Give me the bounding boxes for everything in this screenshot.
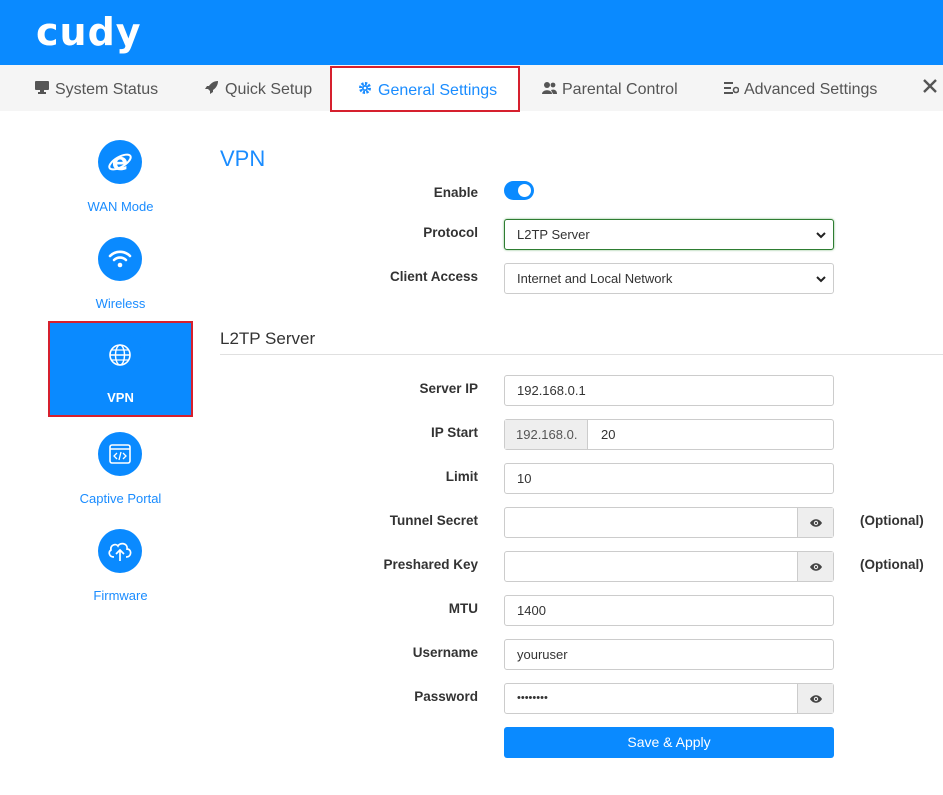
tunnel-secret-group: [504, 507, 834, 538]
internet-explorer-icon: e: [98, 140, 142, 184]
enable-toggle[interactable]: [504, 181, 534, 200]
wifi-icon: [98, 237, 142, 281]
save-apply-button[interactable]: Save & Apply: [504, 727, 834, 758]
show-preshared-key-button[interactable]: [797, 552, 833, 581]
show-tunnel-secret-button[interactable]: [797, 508, 833, 537]
header-bar: cudy: [0, 0, 943, 65]
password-group: ••••••••: [504, 683, 834, 714]
mtu-label: MTU: [448, 601, 478, 616]
client-access-label: Client Access: [389, 269, 478, 284]
client-access-select[interactable]: Internet and Local Network: [504, 263, 834, 294]
eye-icon: [809, 694, 822, 703]
sidebar-item-firmware[interactable]: Firmware: [48, 529, 193, 625]
preshared-key-input[interactable]: [517, 552, 787, 581]
tab-quick-setup[interactable]: Quick Setup: [204, 65, 312, 111]
sidebar-item-label: WAN Mode: [87, 199, 154, 214]
sidebar-item-captive-portal[interactable]: Captive Portal: [48, 432, 193, 528]
tab-tools[interactable]: [922, 65, 943, 111]
top-nav: System Status Quick Setup General Settin…: [0, 65, 943, 112]
tab-general-settings[interactable]: General Settings: [330, 66, 520, 112]
tab-label: General Settings: [378, 82, 498, 99]
tab-system-status[interactable]: System Status: [34, 65, 158, 111]
server-ip-label: Server IP: [419, 381, 478, 396]
cudy-logo[interactable]: cudy: [36, 10, 142, 54]
tunnel-secret-input[interactable]: [517, 508, 787, 537]
chevron-down-icon: [816, 232, 826, 239]
browser-code-icon: [98, 432, 142, 476]
protocol-select[interactable]: L2TP Server: [504, 219, 834, 250]
protocol-value: L2TP Server: [517, 227, 590, 242]
tab-advanced-settings[interactable]: Advanced Settings: [723, 65, 877, 111]
sidebar-item-label: Captive Portal: [79, 491, 162, 506]
ip-start-group: 192.168.0. 20: [504, 419, 834, 450]
password-label: Password: [414, 689, 478, 704]
sidebar-item-vpn[interactable]: VPN: [48, 321, 193, 417]
sidebar-item-label: Wireless: [95, 296, 146, 311]
cloud-upload-icon: [98, 529, 142, 573]
show-password-button[interactable]: [797, 684, 833, 713]
tab-parental-control[interactable]: Parental Control: [541, 65, 678, 111]
ip-start-label: IP Start: [430, 425, 478, 440]
protocol-label: Protocol: [423, 225, 478, 240]
password-input[interactable]: ••••••••: [517, 684, 787, 713]
rocket-icon: [204, 65, 220, 113]
chevron-down-icon: [816, 276, 826, 283]
mtu-input[interactable]: 1400: [504, 595, 834, 626]
svg-text:e: e: [112, 149, 128, 175]
username-input[interactable]: youruser: [504, 639, 834, 670]
server-ip-input[interactable]: 192.168.0.1: [504, 375, 834, 406]
sidebar-item-label: Firmware: [93, 588, 148, 603]
sidebar-item-wireless[interactable]: Wireless: [48, 237, 193, 333]
username-label: Username: [412, 645, 478, 660]
globe-icon: [98, 333, 142, 377]
sidebar-item-wan-mode[interactable]: e WAN Mode: [48, 140, 193, 236]
section-title: L2TP Server: [220, 329, 316, 348]
tunnel-secret-label: Tunnel Secret: [389, 513, 478, 528]
tab-label: Quick Setup: [225, 81, 313, 98]
monitor-icon: [34, 65, 50, 113]
gear-icon: [357, 68, 373, 112]
tab-label: System Status: [55, 81, 159, 98]
tools-icon: [922, 65, 938, 113]
tab-label: Advanced Settings: [744, 81, 878, 98]
enable-label: Enable: [433, 185, 478, 200]
eye-icon: [809, 518, 822, 527]
client-access-value: Internet and Local Network: [517, 271, 673, 286]
limit-input[interactable]: 10: [504, 463, 834, 494]
tunnel-secret-optional: (Optional): [860, 513, 924, 528]
sidebar-item-label: VPN: [107, 390, 134, 405]
preshared-key-group: [504, 551, 834, 582]
tab-label: Parental Control: [562, 81, 678, 98]
sliders-icon: [723, 65, 739, 113]
section-divider: [220, 354, 943, 355]
ip-prefix-addon: 192.168.0.: [505, 420, 588, 449]
users-icon: [541, 65, 557, 113]
page-title: VPN: [220, 146, 266, 171]
toggle-knob: [518, 184, 531, 197]
preshared-key-optional: (Optional): [860, 557, 924, 572]
limit-label: Limit: [445, 469, 478, 484]
preshared-key-label: Preshared Key: [383, 557, 478, 572]
eye-icon: [809, 562, 822, 571]
ip-start-input[interactable]: 20: [601, 420, 615, 449]
